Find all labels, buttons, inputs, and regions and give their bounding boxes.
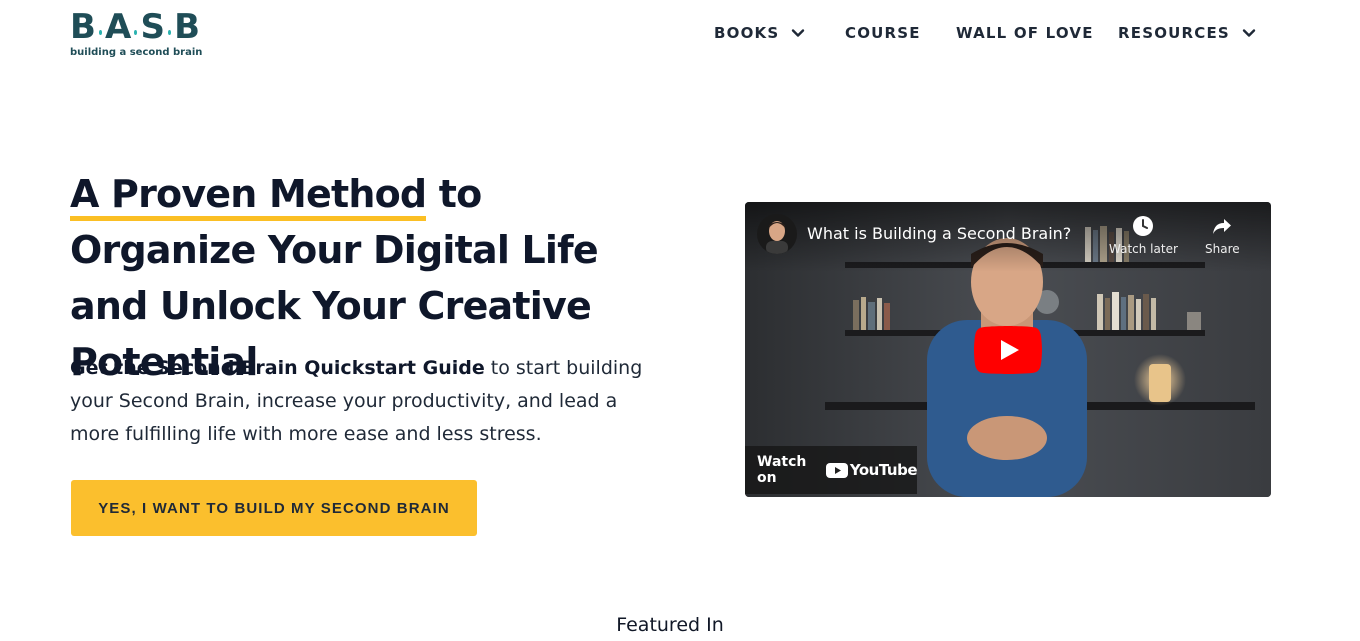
youtube-wordmark: YouTube	[849, 461, 918, 479]
logo-letter-s: S	[140, 7, 165, 47]
share-icon	[1213, 219, 1232, 234]
nav-item-label: COURSE	[845, 24, 921, 42]
video-embed[interactable]: What is Building a Second Brain? Watch l…	[745, 202, 1271, 497]
watch-on-youtube-button[interactable]: Watch on YouTube	[745, 446, 918, 494]
nav-item-label: WALL OF LOVE	[956, 24, 1094, 42]
watch-later-button[interactable]: Watch later	[1109, 214, 1178, 256]
clock-icon	[1133, 216, 1154, 236]
watch-on-label: Watch on	[757, 454, 807, 486]
chevron-down-icon	[791, 26, 805, 40]
nav-item-books[interactable]: BOOKS	[714, 20, 805, 46]
logo-dot	[167, 29, 172, 35]
hero-title-highlight: A Proven Method	[70, 172, 427, 221]
nav-item-resources[interactable]: RESOURCES	[1118, 20, 1256, 46]
logo-dot	[134, 29, 138, 35]
site-logo[interactable]: B A S B building a second brain	[70, 8, 203, 66]
featured-in-heading: Featured In	[616, 614, 724, 636]
nav-item-course[interactable]: COURSE	[845, 20, 921, 46]
main-nav: BOOKS COURSE WALL OF LOVE RESOURCES	[700, 20, 1260, 46]
logo-letter-b: B	[70, 7, 96, 47]
logo-mark: B A S B	[70, 8, 200, 46]
share-label: Share	[1205, 242, 1240, 256]
logo-dot	[98, 29, 103, 35]
nav-item-label: RESOURCES	[1118, 24, 1230, 42]
logo-tagline: building a second brain	[70, 47, 203, 58]
logo-letter-a: A	[105, 7, 132, 47]
play-button-icon[interactable]	[974, 326, 1042, 374]
watch-later-label: Watch later	[1109, 242, 1178, 256]
hero-subtitle: Get the Second Brain Quickstart Guide to…	[70, 352, 660, 451]
chevron-down-icon	[1242, 26, 1256, 40]
youtube-play-icon	[825, 462, 848, 478]
youtube-logo: YouTube	[825, 461, 918, 479]
hero-subtitle-bold: Get the Second Brain Quickstart Guide	[70, 357, 485, 379]
video-title[interactable]: What is Building a Second Brain?	[807, 224, 1071, 243]
share-button[interactable]: Share	[1205, 214, 1240, 256]
build-second-brain-button[interactable]: YES, I WANT TO BUILD MY SECOND BRAIN	[71, 480, 477, 536]
channel-avatar[interactable]	[757, 214, 797, 254]
nav-item-wall-of-love[interactable]: WALL OF LOVE	[956, 20, 1094, 46]
nav-item-label: BOOKS	[714, 24, 780, 42]
logo-letter-b2: B	[174, 7, 200, 47]
